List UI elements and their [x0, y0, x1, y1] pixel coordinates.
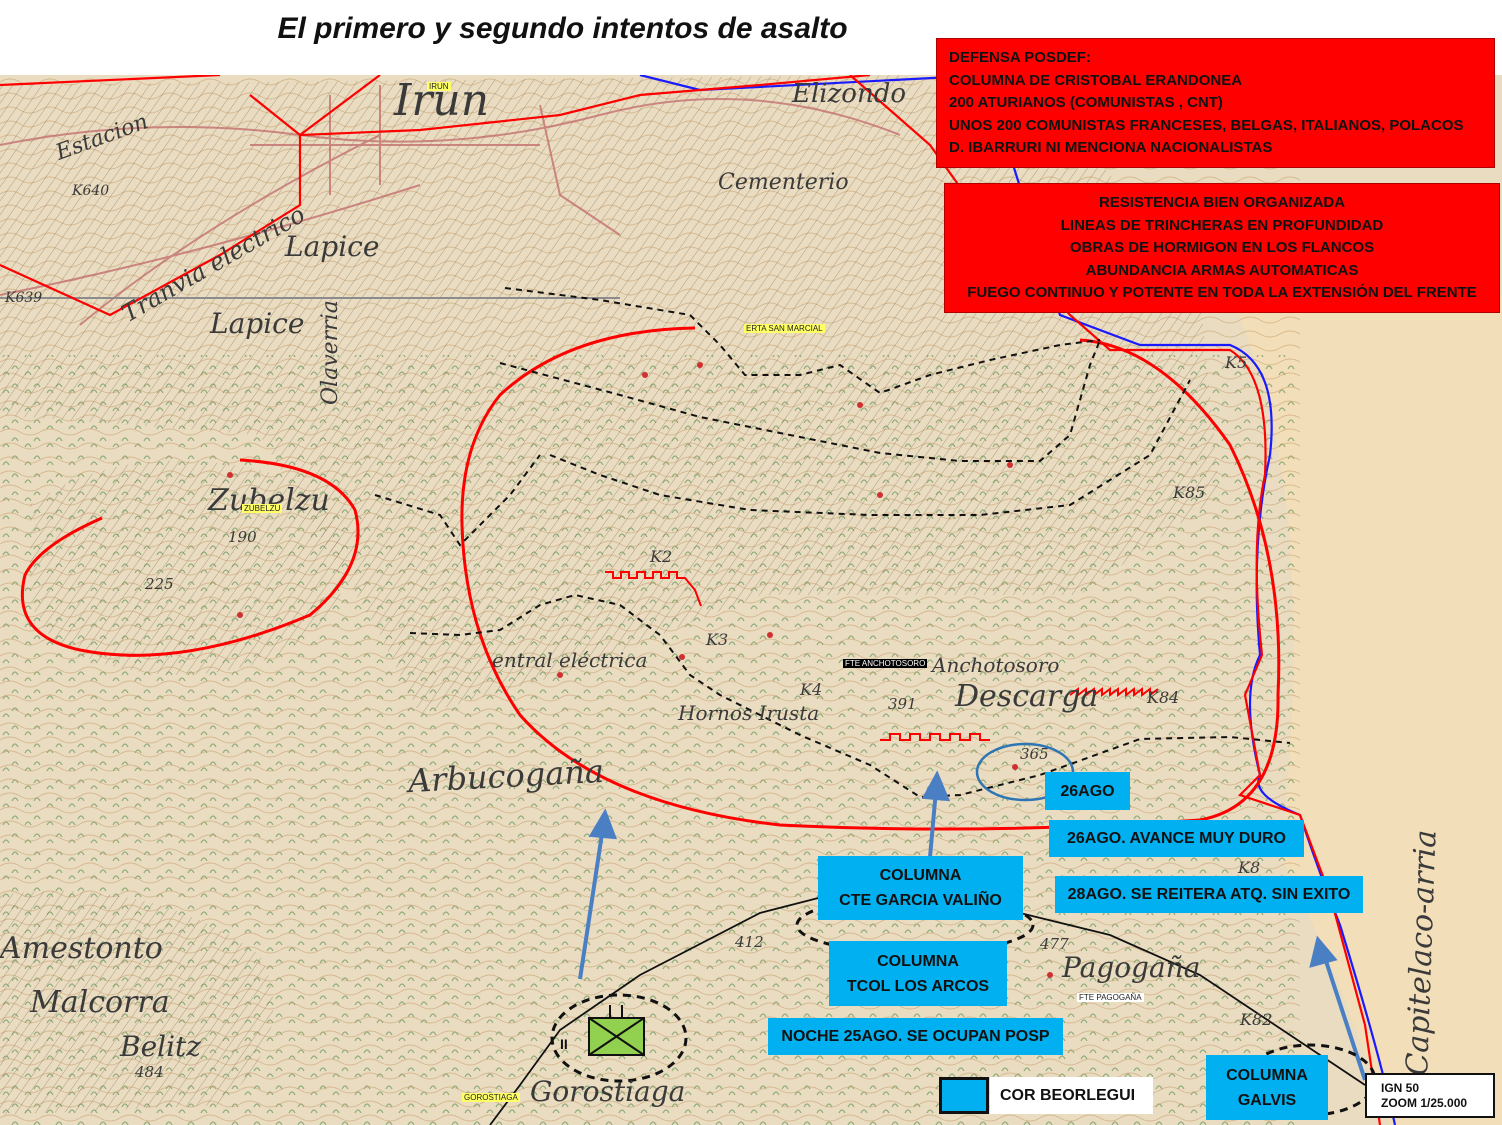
resistance-line-2: LINEAS DE TRINCHERAS EN PROFUNDIDAD: [1060, 216, 1384, 234]
resistance-info-box: RESISTENCIA BIEN ORGANIZADA LINEAS DE TR…: [944, 183, 1500, 313]
tag-zubelzu: ZUBELZU: [242, 504, 283, 513]
resistance-line-3: OBRAS DE HORMIGON EN LOS FLANCOS: [1069, 239, 1375, 256]
tag-erta-san-marcial: ERTA SAN MARCIAL: [744, 324, 825, 333]
callout-26ago-advance: 26AGO. AVANCE MUY DURO: [1049, 820, 1304, 857]
legend-swatch: [939, 1077, 989, 1114]
rail-line: [0, 297, 620, 299]
tag-fte-anchotosoro: FTE ANCHOTOSORO: [843, 659, 928, 668]
defense-line-5: D. IBARRURI NI MENCIONA NACIONALISTAS: [949, 139, 1273, 156]
resistance-line-5: FUEGO CONTINUO Y POTENTE EN TODA LA EXTE…: [967, 284, 1477, 301]
tag-irun: IRUN: [427, 82, 451, 91]
column-garcia-valino-line2: CTE GARCIA VALIÑO: [839, 892, 1002, 909]
defense-line-2: COLUMNA DE CRISTOBAL ERANDONEA: [949, 71, 1243, 89]
tag-fte-pagogana: FTE PAGOGAÑA: [1077, 993, 1144, 1002]
column-galvis-box: COLUMNA GALVIS: [1206, 1055, 1328, 1120]
callout-night-25ago: NOCHE 25AGO. SE OCUPAN POSP: [768, 1018, 1063, 1055]
resistance-line-1: RESISTENCIA BIEN ORGANIZADA: [1098, 194, 1346, 211]
unit-label: II: [560, 1036, 568, 1052]
legend-label: COR BEORLEGUI: [990, 1077, 1153, 1114]
column-los-arcos-box: COLUMNA TCOL LOS ARCOS: [829, 941, 1007, 1006]
scale-line-1: IGN 50: [1381, 1081, 1420, 1095]
hatched-hill-zubelzu: [30, 460, 344, 675]
defense-line-4: UNOS 200 COMUNISTAS FRANCESES, BELGAS, I…: [949, 116, 1464, 134]
callout-26ago: 26AGO: [1045, 772, 1130, 810]
defense-line-1: DEFENSA POSDEF:: [949, 49, 1091, 66]
column-galvis-line1: COLUMNA: [1226, 1066, 1308, 1084]
column-garcia-valino-box: COLUMNA CTE GARCIA VALIÑO: [818, 856, 1023, 920]
column-galvis-line2: GALVIS: [1237, 1091, 1297, 1109]
scale-line-2: ZOOM 1/25.000: [1381, 1096, 1468, 1110]
defense-info-box: DEFENSA POSDEF: COLUMNA DE CRISTOBAL ERA…: [936, 38, 1495, 168]
column-los-arcos-line1: COLUMNA: [877, 952, 959, 970]
column-garcia-valino-line1: COLUMNA: [879, 867, 962, 884]
callout-28ago: 28AGO. SE REITERA ATQ. SIN EXITO: [1055, 876, 1363, 913]
defense-line-3: 200 ATURIANOS (COMUNISTAS , CNT): [949, 94, 1223, 111]
scale-box: IGN 50 ZOOM 1/25.000: [1365, 1073, 1495, 1118]
resistance-line-4: ABUNDANCIA ARMAS AUTOMATICAS: [1085, 261, 1359, 279]
tag-gorostiaga: GOROSTIAGA: [462, 1093, 520, 1102]
column-los-arcos-line2: TCOL LOS ARCOS: [846, 977, 990, 995]
